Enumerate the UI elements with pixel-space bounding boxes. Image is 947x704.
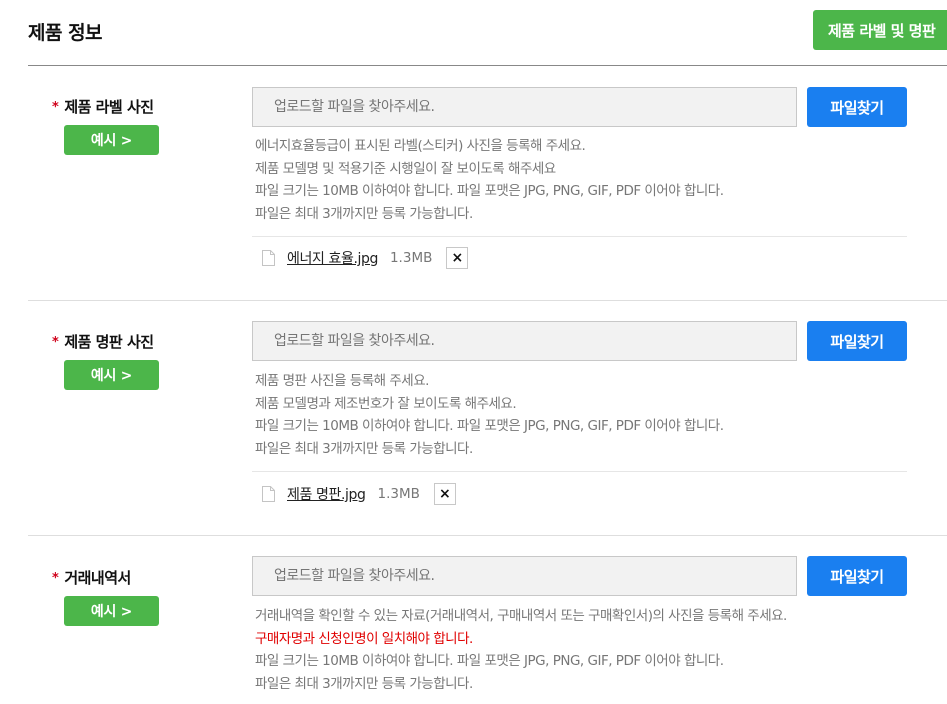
help-line: 파일은 최대 3개까지만 등록 가능합니다. — [255, 206, 473, 223]
find-file-button[interactable]: 파일찾기 — [807, 87, 907, 127]
file-size: 1.3MB — [377, 486, 420, 502]
find-file-button[interactable]: 파일찾기 — [807, 321, 907, 361]
file-size: 1.3MB — [389, 250, 433, 266]
label-and-nameplate-button[interactable]: 제품 라벨 및 명판 — [813, 10, 947, 50]
help-line: 제품 모델명 및 적용기준 시행일이 잘 보이도록 해주세요 — [255, 160, 556, 177]
help-line: 거래내역을 확인할 수 있는 자료(거래내역서, 구매내역서 또는 구매확인서)… — [255, 608, 787, 624]
file-icon — [262, 250, 275, 266]
section-label-photo: * 제품 라벨 사진 예시 > 파일찾기 에너지효율등급이 표시된 라벨(스티커)… — [28, 66, 947, 300]
help-text: 에너지효율등급이 표시된 라벨(스티커) 사진을 등록해 주세요. 제품 모델명… — [255, 135, 724, 226]
file-list-divider — [252, 471, 907, 472]
example-button[interactable]: 예시 > — [64, 360, 159, 390]
file-path-input[interactable] — [252, 556, 797, 596]
field-label: * 제품 명판 사진 — [52, 331, 154, 352]
required-mark: * — [52, 335, 59, 350]
help-line: 제품 명판 사진을 등록해 주세요. — [255, 373, 429, 389]
page-title: 제품 정보 — [28, 22, 103, 44]
file-icon — [262, 486, 275, 502]
file-list-divider — [252, 236, 907, 237]
help-text: 제품 명판 사진을 등록해 주세요. 제품 모델명과 제조번호가 잘 보이도록 … — [255, 370, 724, 461]
required-mark: * — [52, 571, 59, 586]
file-path-input[interactable] — [252, 87, 797, 127]
section-nameplate-photo: * 제품 명판 사진 예시 > 파일찾기 제품 명판 사진을 등록해 주세요. 제… — [28, 301, 947, 535]
field-label: * 제품 라벨 사진 — [52, 96, 154, 117]
file-name-link[interactable]: 에너지 효율.jpg — [287, 248, 378, 268]
section-transaction-record: * 거래내역서 예시 > 파일찾기 거래내역을 확인할 수 있는 자료(거래내역서… — [28, 536, 947, 704]
help-text: 거래내역을 확인할 수 있는 자료(거래내역서, 구매내역서 또는 구매확인서)… — [255, 605, 787, 696]
close-icon[interactable]: × — [433, 483, 456, 505]
example-button[interactable]: 예시 > — [64, 125, 159, 155]
help-line: 에너지효율등급이 표시된 라벨(스티커) 사진을 등록해 주세요. — [255, 138, 586, 154]
field-label-text: 거래내역서 — [64, 569, 131, 587]
file-name-link[interactable]: 제품 명판.jpg — [287, 484, 366, 504]
field-label-text: 제품 명판 사진 — [64, 333, 154, 351]
field-label: * 거래내역서 — [52, 567, 131, 588]
help-line: 제품 모델명과 제조번호가 잘 보이도록 해주세요. — [255, 395, 517, 412]
uploaded-file-item: 제품 명판.jpg 1.3MB × — [262, 482, 456, 506]
help-line: 파일 크기는 10MB 이하여야 합니다. 파일 포맷은 JPG, PNG, G… — [255, 653, 724, 670]
find-file-button[interactable]: 파일찾기 — [807, 556, 907, 596]
help-line: 파일 크기는 10MB 이하여야 합니다. 파일 포맷은 JPG, PNG, G… — [255, 183, 724, 200]
close-icon[interactable]: × — [446, 247, 469, 269]
example-button[interactable]: 예시 > — [64, 596, 159, 626]
help-line: 파일 크기는 10MB 이하여야 합니다. 파일 포맷은 JPG, PNG, G… — [255, 418, 724, 435]
uploaded-file-item: 에너지 효율.jpg 1.3MB × — [262, 246, 469, 270]
help-line: 파일은 최대 3개까지만 등록 가능합니다. — [255, 441, 473, 458]
required-mark: * — [52, 100, 59, 115]
field-label-text: 제품 라벨 사진 — [64, 98, 154, 116]
help-line: 파일은 최대 3개까지만 등록 가능합니다. — [255, 676, 473, 693]
file-path-input[interactable] — [252, 321, 797, 361]
warning-line: 구매자명과 신청인명이 일치해야 합니다. — [255, 630, 473, 647]
